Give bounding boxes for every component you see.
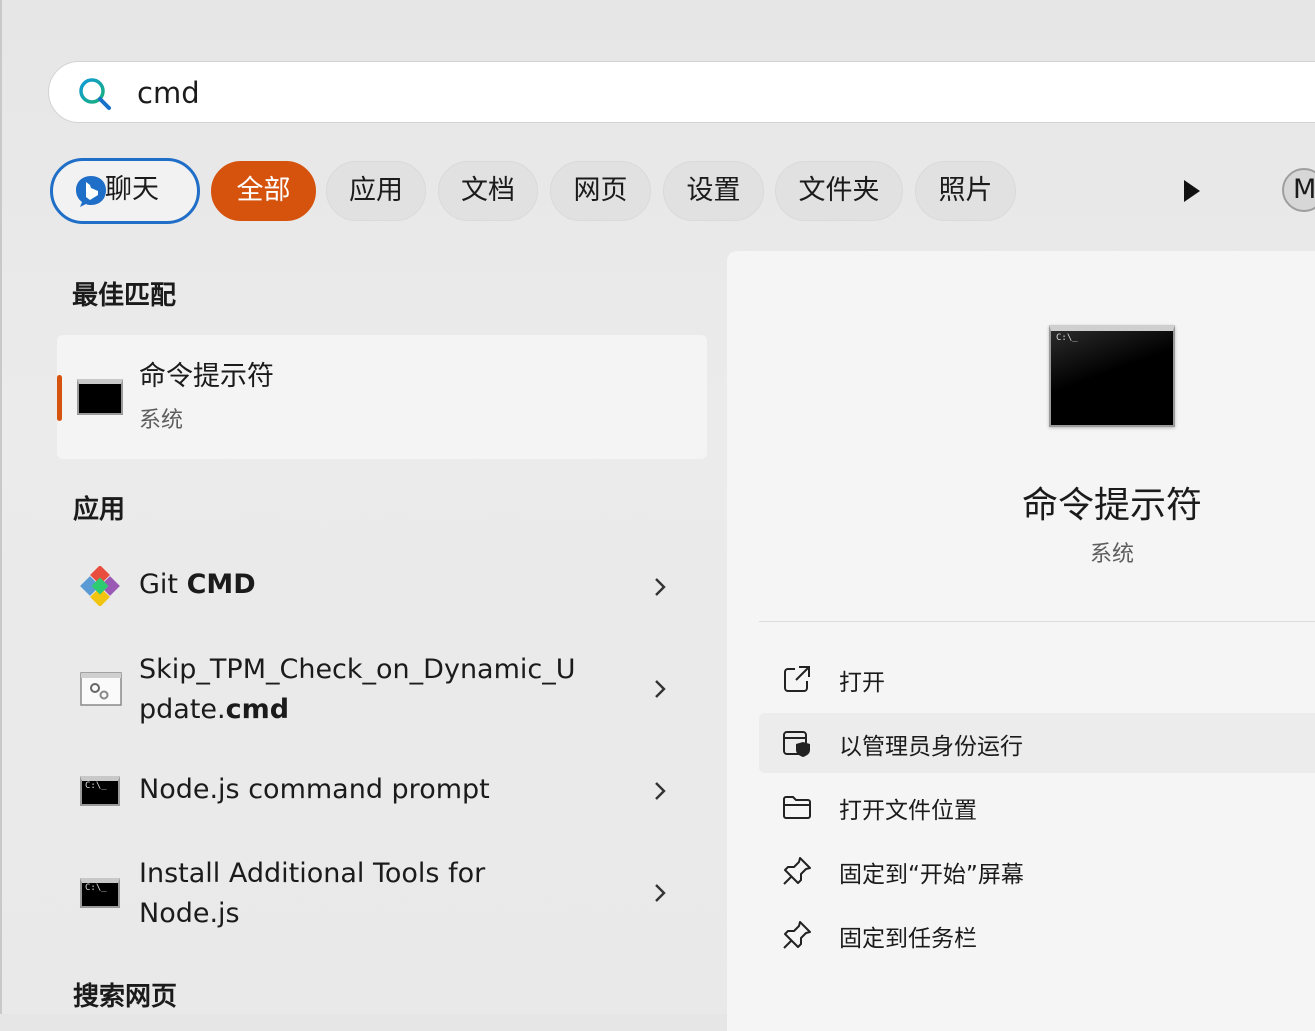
search-icon xyxy=(79,78,111,110)
git-icon xyxy=(80,566,120,606)
app-name: Install Additional Tools for xyxy=(139,858,486,889)
action-open[interactable]: 打开 xyxy=(759,649,1315,709)
tab-all[interactable]: 全部 xyxy=(211,161,316,221)
tab-photos[interactable]: 照片 xyxy=(915,161,1016,221)
search-web-heading: 搜索网页 xyxy=(73,982,178,1012)
folder-icon xyxy=(783,796,811,819)
tab-folders[interactable]: 文件夹 xyxy=(775,161,903,221)
action-open-file-location[interactable]: 打开文件位置 xyxy=(759,777,1315,837)
best-match-subtitle: 系统 xyxy=(139,408,184,433)
action-pin-to-start[interactable]: 固定到“开始”屏幕 xyxy=(759,841,1315,901)
console-prompt-text: C:\_ xyxy=(1056,333,1078,343)
action-label: 打开文件位置 xyxy=(839,798,977,824)
app-name-line2: Node.js xyxy=(139,898,240,929)
selection-indicator xyxy=(57,375,62,421)
tab-chat-label: 聊天 xyxy=(105,174,159,205)
pin-icon xyxy=(783,921,811,949)
search-input[interactable] xyxy=(135,72,1039,114)
action-pin-to-taskbar[interactable]: 固定到任务栏 xyxy=(759,905,1315,965)
tab-documents[interactable]: 文档 xyxy=(438,161,538,221)
preview-title: 命令提示符 xyxy=(1021,485,1202,526)
console-prompt-text: C:\_ xyxy=(85,781,107,791)
command-prompt-icon xyxy=(77,379,123,415)
console-prompt-text: C:\_ xyxy=(85,883,107,893)
action-run-as-admin[interactable]: 以管理员身份运行 xyxy=(759,713,1315,773)
action-label: 以管理员身份运行 xyxy=(839,734,1023,760)
chevron-right-icon[interactable] xyxy=(652,677,668,701)
tab-chat[interactable]: 聊天 xyxy=(50,158,200,224)
action-label: 固定到“开始”屏幕 xyxy=(839,862,1024,888)
best-match-result[interactable]: 命令提示符 系统 xyxy=(57,335,707,459)
bing-chat-icon xyxy=(76,176,106,207)
action-label: 打开 xyxy=(839,670,885,696)
app-name-match: cmd xyxy=(225,694,290,725)
app-name: Skip_TPM_Check_on_Dynamic_U xyxy=(139,654,576,685)
chevron-right-icon[interactable] xyxy=(652,575,668,599)
script-file-icon xyxy=(80,672,122,706)
action-label: 固定到任务栏 xyxy=(839,926,977,952)
apps-heading: 应用 xyxy=(73,495,126,525)
console-icon: C:\_ xyxy=(80,776,120,806)
chevron-right-icon[interactable] xyxy=(652,881,668,905)
app-name: Node.js command prompt xyxy=(139,774,490,805)
open-external-icon xyxy=(784,666,810,692)
shield-admin-icon xyxy=(783,731,810,757)
pin-icon xyxy=(783,857,811,885)
tab-apps[interactable]: 应用 xyxy=(326,161,426,221)
app-name-match: CMD xyxy=(186,569,256,600)
console-icon: C:\_ xyxy=(80,878,120,908)
app-name: Git xyxy=(139,569,187,600)
tab-web[interactable]: 网页 xyxy=(550,161,651,221)
tab-settings[interactable]: 设置 xyxy=(663,161,764,221)
search-bar[interactable] xyxy=(48,61,1315,123)
chevron-right-icon[interactable] xyxy=(652,779,668,803)
preview-subtitle: 系统 xyxy=(1089,542,1134,567)
command-prompt-large-icon: C:\_ xyxy=(1049,325,1175,427)
more-filters-icon[interactable] xyxy=(1180,177,1204,205)
window-edge xyxy=(0,0,2,1014)
divider xyxy=(759,621,1315,622)
preview-panel: C:\_ 命令提示符 系统 打开 以管理员身份运行 打开文件位置 固定到“开始”… xyxy=(727,251,1315,1031)
avatar[interactable]: M xyxy=(1282,168,1315,212)
app-name-line2: pdate. xyxy=(139,694,226,725)
best-match-title: 命令提示符 xyxy=(139,361,274,392)
best-match-heading: 最佳匹配 xyxy=(72,281,177,311)
